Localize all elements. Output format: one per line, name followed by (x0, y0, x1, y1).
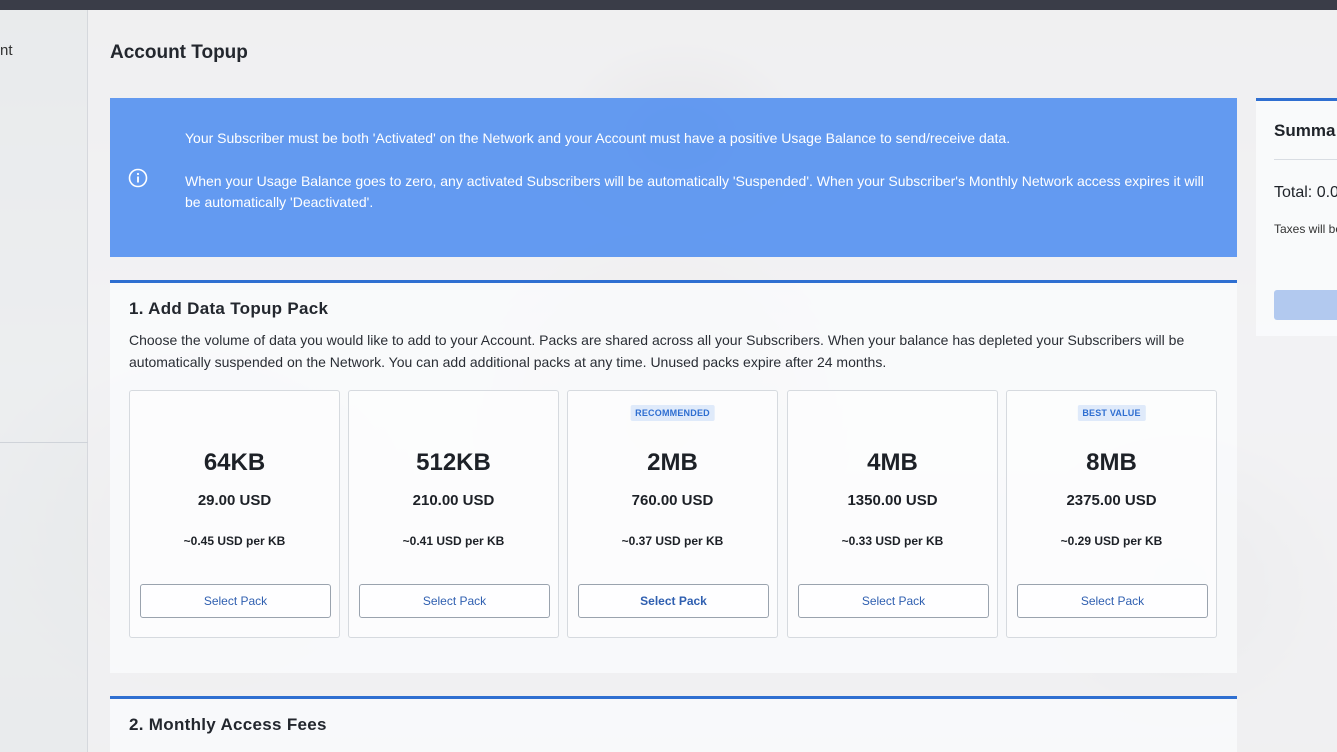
select-pack-button[interactable]: Select Pack (359, 584, 550, 618)
pack-unit-price: ~0.29 USD per KB (1060, 534, 1163, 548)
section-title: 2. Monthly Access Fees (129, 715, 327, 734)
summary-title: Summa (1274, 121, 1336, 140)
pack-price: 1350.00 USD (847, 492, 938, 509)
info-alert: Your Subscriber must be both 'Activated'… (110, 98, 1237, 257)
pack-price: 760.00 USD (631, 492, 714, 509)
monthly-access-section: 2. Monthly Access Fees (110, 696, 1237, 752)
pack-size: 8MB (1086, 449, 1137, 476)
pack-unit-price: ~0.45 USD per KB (183, 534, 286, 548)
pack-unit-price: ~0.33 USD per KB (841, 534, 944, 548)
pack-card-4mb: 4MB 1350.00 USD ~0.33 USD per KB Select … (787, 390, 998, 638)
sidebar: nt (0, 10, 88, 752)
summary-total: Total: 0.0 (1274, 184, 1337, 201)
order-summary-panel: Summa Total: 0.0 Taxes will be checkout (1256, 98, 1337, 336)
window-top-bar (0, 0, 1337, 10)
select-pack-button[interactable]: Select Pack (140, 584, 331, 618)
page-title: Account Topup (110, 42, 248, 63)
pack-unit-price: ~0.37 USD per KB (621, 534, 724, 548)
alert-message-suspension: When your Usage Balance goes to zero, an… (185, 173, 1204, 210)
pack-list: 64KB 29.00 USD ~0.45 USD per KB Select P… (129, 390, 1219, 638)
section-title: 1. Add Data Topup Pack (129, 299, 329, 318)
sidebar-item-label[interactable]: nt (0, 42, 13, 59)
alert-message-activation: Your Subscriber must be both 'Activated'… (185, 130, 1011, 146)
select-pack-button[interactable]: Select Pack (578, 584, 769, 618)
pack-size: 512KB (416, 449, 491, 476)
pack-unit-price: ~0.41 USD per KB (402, 534, 505, 548)
checkout-button[interactable] (1274, 290, 1337, 320)
info-icon (128, 168, 148, 188)
pack-card-8mb: BEST VALUE 8MB 2375.00 USD ~0.29 USD per… (1006, 390, 1217, 638)
best-value-badge: BEST VALUE (1077, 405, 1146, 421)
sidebar-divider (0, 442, 88, 443)
pack-card-512kb: 512KB 210.00 USD ~0.41 USD per KB Select… (348, 390, 559, 638)
main-content: Account Topup Your Subscriber must be bo… (88, 10, 1337, 752)
pack-size: 2MB (647, 449, 698, 476)
pack-price: 29.00 USD (197, 492, 272, 509)
select-pack-button[interactable]: Select Pack (1017, 584, 1208, 618)
select-pack-button[interactable]: Select Pack (798, 584, 989, 618)
section-description: Choose the volume of data you would like… (129, 332, 1185, 370)
pack-size: 64KB (203, 449, 266, 476)
pack-card-2mb: RECOMMENDED 2MB 760.00 USD ~0.37 USD per… (567, 390, 778, 638)
recommended-badge: RECOMMENDED (630, 405, 715, 421)
pack-card-64kb: 64KB 29.00 USD ~0.45 USD per KB Select P… (129, 390, 340, 638)
summary-tax-note: Taxes will be checkout (1274, 222, 1337, 236)
pack-size: 4MB (867, 449, 918, 476)
pack-price: 210.00 USD (412, 492, 495, 509)
pack-price: 2375.00 USD (1066, 492, 1157, 509)
summary-divider (1274, 159, 1337, 160)
data-topup-section: 1. Add Data Topup Pack Choose the volume… (110, 280, 1237, 673)
